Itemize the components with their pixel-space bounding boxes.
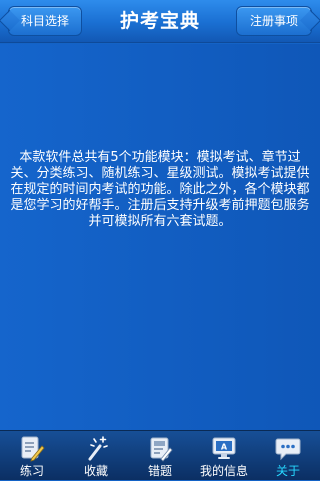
tab-practice-label: 练习 — [19, 464, 44, 478]
content-area: 本款软件总共有5个功能模块：模拟考试、章节过关、分类练习、随机练习、星级测试。模… — [0, 44, 320, 430]
magic-wand-icon — [88, 436, 108, 461]
tab-favorites[interactable]: 收藏 — [64, 431, 128, 481]
subject-select-label: 科目选择 — [20, 14, 69, 28]
about-description: 本款软件总共有5个功能模块：模拟考试、章节过关、分类练习、随机练习、星级测试。模… — [10, 150, 310, 229]
pencil-paper-icon — [21, 436, 45, 462]
registration-notes-label: 注册事项 — [249, 14, 298, 28]
subject-select-button[interactable]: 科目选择 — [8, 6, 82, 36]
tab-my-info-label: 我的信息 — [199, 464, 248, 478]
tab-favorites-label: 收藏 — [83, 464, 108, 478]
error-edit-icon — [150, 437, 173, 462]
monitor-icon: A — [212, 437, 236, 459]
tab-wrong-answers[interactable]: 错题 — [128, 431, 192, 481]
tab-my-info[interactable]: A 我的信息 — [192, 431, 256, 481]
tab-about-label: 关于 — [275, 464, 300, 478]
svg-text:A: A — [221, 443, 228, 452]
tab-wrong-answers-label: 错题 — [147, 464, 172, 478]
chat-bubble-icon — [275, 438, 301, 461]
top-navigation-bar: 科目选择 护考宝典 注册事项 — [0, 0, 320, 43]
bottom-tab-bar: 练习 收藏 错题 A 我的信息 关于 — [0, 430, 320, 480]
tab-practice[interactable]: 练习 — [0, 431, 64, 481]
registration-notes-button[interactable]: 注册事项 — [236, 6, 312, 36]
app-title: 护考宝典 — [119, 10, 200, 32]
tab-about[interactable]: 关于 — [256, 431, 320, 481]
